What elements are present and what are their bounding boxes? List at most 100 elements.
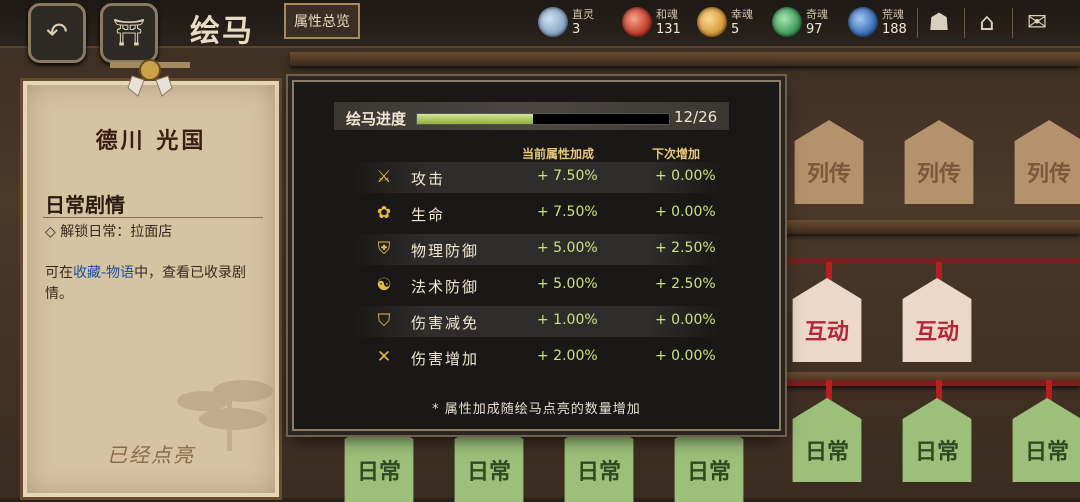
character-name: 德川 光国 <box>95 128 207 154</box>
soul-orb-icon <box>697 7 727 37</box>
home-button[interactable]: ⛩ <box>100 3 158 63</box>
stat-next: + 0.00% <box>655 348 716 364</box>
ema-label: 日常 <box>1024 439 1069 465</box>
ema-plaque-biography[interactable]: 列传 <box>786 120 872 204</box>
stat-next: + 0.00% <box>655 312 716 328</box>
resource-huanghun[interactable]: 荒魂 188 <box>848 4 907 40</box>
stat-row: ⛉ 伤害减免 + 1.00% + 0.00% <box>351 306 723 337</box>
mail-icon[interactable]: ✉ <box>1020 6 1054 38</box>
back-button[interactable]: ↶ <box>28 3 86 63</box>
resource-name: 直灵 <box>572 8 594 21</box>
knot-ornament-icon <box>110 59 190 97</box>
resource-count: 188 <box>882 22 907 37</box>
sword-icon: ⚔ <box>376 167 392 187</box>
flower-icon: ✿ <box>376 203 392 223</box>
divider <box>43 217 263 218</box>
crossed-swords-icon: ✕ <box>376 347 392 367</box>
ema-label: 日常 <box>576 459 621 485</box>
soul-orb-icon <box>538 7 568 37</box>
progress-bar <box>416 113 670 125</box>
resource-name: 幸魂 <box>731 8 753 21</box>
soul-orb-icon <box>848 7 878 37</box>
character-icon[interactable]: ☗ <box>922 6 956 38</box>
character-info-panel: 德川 光国 日常剧情 ◇ 解锁日常：拉面店 可在收藏-物语中，查看已收录剧情。 … <box>20 78 282 500</box>
stat-current: + 2.00% <box>537 348 598 364</box>
stat-current: + 1.00% <box>537 312 598 328</box>
resource-zhiling[interactable]: 直灵 3 <box>538 4 594 40</box>
stat-current: + 5.00% <box>537 276 598 292</box>
home-roof-icon[interactable]: ⌂ <box>970 6 1004 38</box>
ema-label: 列传 <box>916 161 961 187</box>
stat-name: 攻击 <box>411 170 446 188</box>
ema-label: 日常 <box>804 439 849 465</box>
resource-count: 97 <box>806 22 823 37</box>
soul-orb-icon <box>622 7 652 37</box>
column-header-next: 下次增加 <box>652 147 701 161</box>
resource-count: 5 <box>731 22 740 37</box>
divider <box>1012 8 1013 38</box>
ema-label: 互动 <box>804 319 849 345</box>
ema-plaque-daily[interactable]: 日常 <box>784 398 870 482</box>
ema-plaque-daily[interactable]: 日常 <box>894 398 980 482</box>
stat-row: ⚔ 攻击 + 7.50% + 0.00% <box>351 162 723 193</box>
ema-plaque-biography[interactable]: 列传 <box>1006 120 1080 204</box>
stat-row: ☯ 法术防御 + 5.00% + 2.50% <box>351 270 723 301</box>
progress-label: 绘马进度 <box>346 110 407 128</box>
divider <box>964 8 965 38</box>
resource-count: 3 <box>572 22 581 37</box>
stat-current: + 7.50% <box>537 204 598 220</box>
ema-plaque-interaction[interactable]: 互动 <box>784 278 870 362</box>
description-text: 可在 <box>45 265 73 281</box>
column-header-current: 当前属性加成 <box>522 147 595 161</box>
stat-name: 伤害增加 <box>411 350 480 368</box>
stat-next: + 0.00% <box>655 204 716 220</box>
footnote: * 属性加成随绘马点亮的数量增加 <box>432 402 641 417</box>
resource-xinghun[interactable]: 幸魂 5 <box>697 4 753 40</box>
divider <box>917 8 918 38</box>
stat-current: + 5.00% <box>537 240 598 256</box>
progress-fill <box>417 114 534 124</box>
ema-label: 列传 <box>806 161 851 187</box>
ema-label: 日常 <box>356 459 401 485</box>
resource-name: 和魂 <box>656 8 678 21</box>
resource-name: 奇魂 <box>806 8 828 21</box>
page-title: 绘马 <box>190 14 254 49</box>
soul-orb-icon <box>772 7 802 37</box>
ema-label: 列传 <box>1026 161 1071 187</box>
yin-yang-icon: ☯ <box>376 275 392 295</box>
stat-next: + 2.50% <box>655 276 716 292</box>
ema-plaque-interaction[interactable]: 互动 <box>894 278 980 362</box>
resource-name: 荒魂 <box>882 8 904 21</box>
stat-name: 伤害减免 <box>411 314 480 332</box>
collection-story-link[interactable]: 收藏-物语 <box>73 265 134 281</box>
back-arrow-icon: ↶ <box>46 18 68 48</box>
stat-row: ⛨ 物理防御 + 5.00% + 2.50% <box>351 234 723 265</box>
attribute-bonus-popup: 绘马进度 12/26 当前属性加成 下次增加 ⚔ 攻击 + 7.50% + 0.… <box>292 80 781 431</box>
attribute-overview-button[interactable]: 属性总览 <box>284 3 360 39</box>
lit-status: 已经点亮 <box>107 443 195 467</box>
unlock-text: ◇ 解锁日常：拉面店 <box>45 224 173 240</box>
resource-qihun[interactable]: 奇魂 97 <box>772 4 828 40</box>
resource-count: 131 <box>656 22 681 37</box>
progress-value: 12/26 <box>674 108 718 126</box>
description: 可在收藏-物语中，查看已收录剧情。 <box>45 263 265 305</box>
stat-next: + 0.00% <box>655 168 716 184</box>
ema-label: 互动 <box>914 319 959 345</box>
shrine-gate-icon: ⛩ <box>112 18 146 48</box>
section-title: 日常剧情 <box>45 193 125 217</box>
resource-hehun[interactable]: 和魂 131 <box>622 4 681 40</box>
ema-label: 日常 <box>466 459 511 485</box>
ema-label: 日常 <box>686 459 731 485</box>
ema-label: 日常 <box>914 439 959 465</box>
stat-next: + 2.50% <box>655 240 716 256</box>
ema-plaque-daily[interactable]: 日常 <box>1004 398 1080 482</box>
stat-row: ✕ 伤害增加 + 2.00% + 0.00% <box>351 342 723 373</box>
stat-row: ✿ 生命 + 7.50% + 0.00% <box>351 198 723 229</box>
stat-current: + 7.50% <box>537 168 598 184</box>
shelf <box>290 52 1080 66</box>
stat-name: 物理防御 <box>411 242 480 260</box>
stat-name: 生命 <box>411 206 446 224</box>
ema-plaque-biography[interactable]: 列传 <box>896 120 982 204</box>
stat-name: 法术防御 <box>411 278 480 296</box>
shield-icon: ⛉ <box>377 311 391 331</box>
